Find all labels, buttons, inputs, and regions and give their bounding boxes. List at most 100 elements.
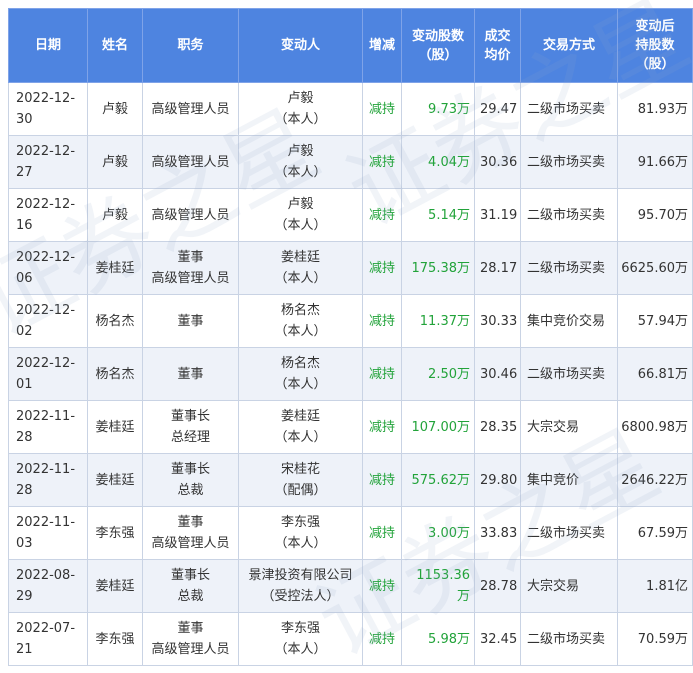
cell-position-line: 总裁: [177, 483, 204, 498]
cell-direction: 减持: [362, 82, 402, 136]
insider-trading-table: 日期 姓名 职务 变动人 增减 变动股数 （股） 成交 均价 交易方式 变动后 …: [8, 8, 693, 666]
cell-change-shares: 1153.36万: [401, 559, 475, 613]
cell-changer-line: 宋桂花: [280, 462, 320, 477]
cell-avg-price: 30.46: [474, 347, 521, 401]
table-row: 2022-11-28 姜桂廷 董事长 总经理 姜桂廷 （本人） 减持 107.00万 28.35…: [8, 400, 693, 454]
cell-avg-price: 33.83: [474, 506, 521, 560]
cell-date: 2022-12-01: [8, 347, 88, 401]
table-header-row: 日期 姓名 职务 变动人 增减 变动股数 （股） 成交 均价 交易方式 变动后 …: [8, 8, 693, 83]
header-change-shares-line2: （股）: [418, 47, 458, 63]
cell-position-line: 总经理: [170, 430, 210, 445]
cell-direction: 减持: [362, 188, 402, 242]
cell-name: 卢毅: [87, 188, 143, 242]
cell-position-line: 董事: [177, 515, 204, 530]
cell-change-shares: 575.62万: [401, 453, 475, 507]
cell-change-shares: 2.50万: [401, 347, 475, 401]
cell-changer: 景津投资有限公司 （受控法人）: [238, 559, 363, 613]
header-change-shares-line1: 变动股数: [411, 28, 464, 44]
cell-direction: 减持: [362, 506, 402, 560]
cell-changer: 李东强 （本人）: [238, 612, 363, 666]
cell-position-line: 高级管理人员: [151, 642, 230, 657]
cell-changer-line: 杨名杰: [280, 303, 320, 318]
cell-changer-line: （受控法人）: [261, 589, 340, 604]
cell-changer-line: （本人）: [274, 271, 327, 286]
cell-changer-line: 卢毅: [287, 144, 314, 159]
cell-changer: 杨名杰 （本人）: [238, 294, 363, 348]
cell-avg-price: 28.78: [474, 559, 521, 613]
cell-direction: 减持: [362, 612, 402, 666]
cell-changer-line: （本人）: [274, 642, 327, 657]
cell-date: 2022-07-21: [8, 612, 88, 666]
header-avg-price: 成交 均价: [474, 8, 521, 83]
cell-date: 2022-11-03: [8, 506, 88, 560]
cell-after-shares: 95.70万: [617, 188, 693, 242]
cell-position-line: 董事长: [170, 568, 210, 583]
table-body: 2022-12-30 卢毅 高级管理人员 卢毅 （本人） 减持 9.73万 29.47 二级市场…: [8, 82, 693, 666]
cell-changer-line: （本人）: [274, 165, 327, 180]
cell-name: 杨名杰: [87, 347, 143, 401]
table-row: 2022-12-06 姜桂廷 董事 高级管理人员 姜桂廷 （本人） 减持 175.38万 28.…: [8, 241, 693, 295]
cell-changer-line: （本人）: [274, 430, 327, 445]
cell-date: 2022-11-28: [8, 400, 88, 454]
cell-avg-price: 28.35: [474, 400, 521, 454]
cell-position-line: 董事长: [170, 409, 210, 424]
cell-method: 二级市场买卖: [520, 241, 618, 295]
cell-date: 2022-12-06: [8, 241, 88, 295]
cell-name: 杨名杰: [87, 294, 143, 348]
cell-position-line: 高级管理人员: [151, 207, 230, 223]
header-date: 日期: [8, 8, 88, 83]
table-row: 2022-12-02 杨名杰 董事 杨名杰 （本人） 减持 11.37万 30.33 集中竞价交…: [8, 294, 693, 348]
cell-changer: 宋桂花 （配偶）: [238, 453, 363, 507]
cell-position-line: 董事长: [170, 462, 210, 477]
cell-method: 二级市场买卖: [520, 82, 618, 136]
cell-changer-line: 姜桂廷: [280, 250, 320, 265]
cell-name: 卢毅: [87, 135, 143, 189]
cell-changer-line: 景津投资有限公司: [248, 568, 353, 583]
cell-avg-price: 31.19: [474, 188, 521, 242]
cell-date: 2022-12-02: [8, 294, 88, 348]
table-row: 2022-11-03 李东强 董事 高级管理人员 李东强 （本人） 减持 3.00万 33.83…: [8, 506, 693, 560]
cell-method: 集中竞价交易: [520, 294, 618, 348]
cell-changer-line: 李东强: [280, 621, 320, 636]
table-row: 2022-11-28 姜桂廷 董事长 总裁 宋桂花 （配偶） 减持 575.62万 29.80 集…: [8, 453, 693, 507]
cell-avg-price: 28.17: [474, 241, 521, 295]
header-method: 交易方式: [520, 8, 618, 83]
cell-position-line: 董事: [177, 621, 204, 636]
cell-position: 董事长 总经理: [142, 400, 239, 454]
header-change-shares: 变动股数 （股）: [401, 8, 475, 83]
cell-after-shares: 66.81万: [617, 347, 693, 401]
cell-position-line: 高级管理人员: [151, 536, 230, 551]
cell-position-line: 董事: [177, 366, 204, 382]
header-direction: 增减: [362, 8, 402, 83]
cell-date: 2022-11-28: [8, 453, 88, 507]
cell-position: 董事长 总裁: [142, 559, 239, 613]
header-after-shares-line2: 持股数: [635, 38, 675, 53]
cell-after-shares: 6800.98万: [617, 400, 693, 454]
cell-direction: 减持: [362, 400, 402, 454]
cell-changer: 卢毅 （本人）: [238, 135, 363, 189]
cell-change-shares: 11.37万: [401, 294, 475, 348]
cell-date: 2022-12-30: [8, 82, 88, 136]
cell-changer-line: （本人）: [274, 218, 327, 233]
cell-method: 二级市场买卖: [520, 612, 618, 666]
cell-position-line: 高级管理人员: [151, 101, 230, 117]
cell-avg-price: 32.45: [474, 612, 521, 666]
cell-position-line: 董事: [177, 250, 204, 265]
table-row: 2022-07-21 李东强 董事 高级管理人员 李东强 （本人） 减持 5.98万 32.45…: [8, 612, 693, 666]
cell-direction: 减持: [362, 241, 402, 295]
cell-position: 董事长 总裁: [142, 453, 239, 507]
cell-changer: 杨名杰 （本人）: [238, 347, 363, 401]
cell-date: 2022-08-29: [8, 559, 88, 613]
cell-after-shares: 6625.60万: [617, 241, 693, 295]
table-row: 2022-12-16 卢毅 高级管理人员 卢毅 （本人） 减持 5.14万 31.19 二级市场…: [8, 188, 693, 242]
cell-after-shares: 2646.22万: [617, 453, 693, 507]
table-row: 2022-12-01 杨名杰 董事 杨名杰 （本人） 减持 2.50万 30.46 二级市场买卖…: [8, 347, 693, 401]
header-after-shares: 变动后 持股数 （股）: [617, 8, 693, 83]
header-after-shares-line3: （股）: [635, 57, 675, 72]
cell-method: 大宗交易: [520, 400, 618, 454]
cell-position-line: 高级管理人员: [151, 271, 230, 286]
cell-changer-line: （本人）: [274, 377, 327, 392]
cell-avg-price: 30.33: [474, 294, 521, 348]
cell-changer-line: 姜桂廷: [280, 409, 320, 424]
cell-name: 姜桂廷: [87, 453, 143, 507]
